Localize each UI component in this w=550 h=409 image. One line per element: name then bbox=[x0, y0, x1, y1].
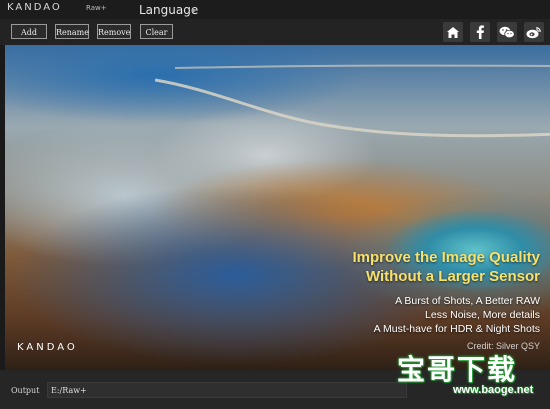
subline-1: A Burst of Shots, A Better RAW bbox=[395, 295, 540, 307]
headline-line-2: Without a Larger Sensor bbox=[365, 268, 540, 285]
watermark-title: 宝哥下载 bbox=[397, 353, 518, 386]
output-label: Output bbox=[11, 386, 40, 395]
weibo-icon[interactable] bbox=[524, 22, 544, 42]
promo-sublines: A Burst of Shots, A Better RAW Less Nois… bbox=[374, 294, 540, 336]
headline-line-1: Improve the Image Quality bbox=[352, 249, 540, 266]
subline-3: A Must-have for HDR & Night Shots bbox=[373, 323, 540, 335]
promo-headline: Improve the Image Quality Without a Larg… bbox=[352, 248, 540, 286]
kandao-logo: KANDAO bbox=[17, 342, 78, 353]
wechat-icon[interactable] bbox=[497, 22, 517, 42]
add-button[interactable]: Add bbox=[11, 24, 47, 39]
app-brand-suffix: Raw+ bbox=[86, 4, 107, 12]
toolbar: Add Rename Remove Clear bbox=[0, 19, 550, 45]
preview-banner-image: Improve the Image Quality Without a Larg… bbox=[5, 45, 550, 370]
language-menu[interactable]: Language bbox=[139, 3, 198, 17]
watermark-url: www.baoge.net bbox=[453, 384, 534, 396]
title-bar: KANDAO Raw+ Language ▪ bbox=[0, 0, 550, 19]
remove-button[interactable]: Remove bbox=[97, 24, 131, 39]
subline-2: Less Noise, More details bbox=[425, 309, 540, 321]
app-brand-logo: KANDAO bbox=[7, 2, 62, 13]
facebook-icon[interactable] bbox=[470, 22, 490, 42]
home-icon[interactable] bbox=[443, 22, 463, 42]
clear-button[interactable]: Clear bbox=[140, 24, 173, 39]
output-path-field[interactable]: E:/Raw+ bbox=[47, 382, 407, 398]
rename-button[interactable]: Rename bbox=[55, 24, 89, 39]
language-dropdown-icon[interactable]: ▪ bbox=[191, 7, 195, 14]
boardwalk-graphic bbox=[155, 64, 550, 138]
site-watermark: 宝哥下载 www.baoge.net bbox=[385, 338, 545, 408]
